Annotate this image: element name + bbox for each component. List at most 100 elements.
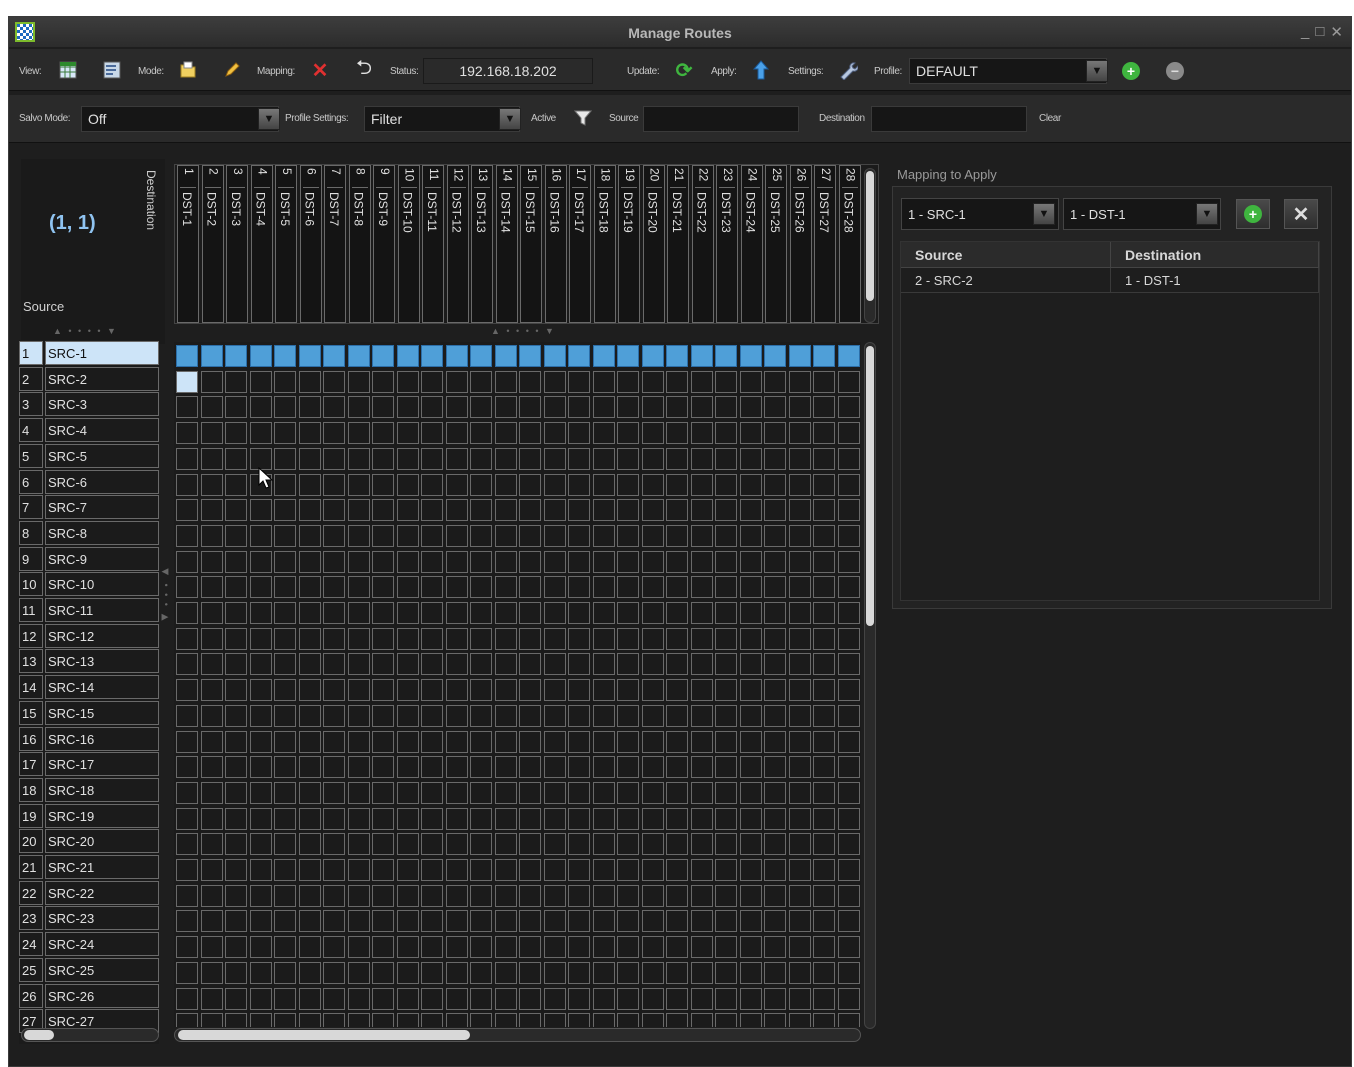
matrix-cell[interactable] (225, 576, 247, 599)
matrix-cell[interactable] (519, 679, 541, 702)
matrix-cell[interactable] (690, 910, 713, 933)
matrix-cell[interactable] (837, 499, 860, 522)
matrix-cell[interactable] (813, 473, 835, 496)
matrix-cell[interactable] (494, 422, 517, 445)
matrix-cell[interactable] (764, 884, 786, 907)
matrix-cell[interactable] (764, 345, 786, 367)
matrix-cell[interactable] (225, 627, 247, 650)
matrix-cell[interactable] (592, 345, 615, 367)
matrix-cell[interactable] (641, 422, 664, 445)
matrix-cell[interactable] (715, 653, 737, 676)
matrix-cell[interactable] (764, 961, 786, 984)
matrix-cell[interactable] (494, 910, 517, 933)
source-row-header[interactable]: 14 SRC-14 (19, 675, 159, 700)
destination-column-header[interactable]: 13 DST-13 (471, 165, 493, 323)
add-mapping-button[interactable]: + (1236, 199, 1270, 229)
matrix-cell[interactable] (837, 936, 860, 959)
matrix-cell[interactable] (347, 396, 370, 419)
matrix-cell[interactable] (421, 679, 443, 702)
matrix-cell[interactable] (666, 884, 688, 907)
matrix-cell[interactable] (200, 730, 223, 753)
matrix-cell[interactable] (372, 884, 394, 907)
matrix-cell[interactable] (200, 859, 223, 881)
matrix-cell[interactable] (176, 396, 198, 419)
matrix-cell[interactable] (666, 627, 688, 650)
remove-mapping-button[interactable]: ✕ (1284, 199, 1318, 229)
matrix-cell[interactable] (396, 859, 419, 881)
matrix-cell[interactable] (764, 499, 786, 522)
matrix-cell[interactable] (323, 679, 345, 702)
matrix-cell[interactable] (813, 550, 835, 573)
matrix-cell[interactable] (764, 704, 786, 727)
matrix-cell[interactable] (396, 473, 419, 496)
matrix-cell[interactable] (813, 781, 835, 804)
source-row-header[interactable]: 21 SRC-21 (19, 855, 159, 879)
matrix-cell[interactable] (494, 653, 517, 676)
matrix-cell[interactable] (617, 422, 639, 445)
matrix-cell[interactable] (837, 345, 860, 367)
matrix-cell[interactable] (200, 396, 223, 419)
matrix-cell[interactable] (788, 422, 811, 445)
destination-column-header[interactable]: 12 DST-12 (446, 165, 469, 323)
matrix-cell[interactable] (200, 807, 223, 830)
matrix-cell[interactable] (641, 627, 664, 650)
matrix-cell[interactable] (788, 833, 811, 856)
matrix-cell[interactable] (347, 781, 370, 804)
matrix-cell[interactable] (666, 370, 688, 393)
matrix-cell[interactable] (225, 1013, 247, 1027)
matrix-cell[interactable] (274, 730, 296, 753)
matrix-cell[interactable] (788, 704, 811, 727)
matrix-cell[interactable] (470, 884, 492, 907)
matrix-cell[interactable] (813, 370, 835, 393)
matrix-cell[interactable] (739, 370, 762, 393)
matrix-cell[interactable] (421, 370, 443, 393)
matrix-cell[interactable] (568, 345, 590, 367)
matrix-cell[interactable] (225, 704, 247, 727)
matrix-cell[interactable] (764, 653, 786, 676)
matrix-cell[interactable] (494, 756, 517, 779)
matrix-cell[interactable] (739, 653, 762, 676)
matrix-cell[interactable] (666, 576, 688, 599)
destination-column-header[interactable]: 22 DST-22 (691, 165, 714, 323)
matrix-cell[interactable] (666, 653, 688, 676)
matrix-cell[interactable] (323, 884, 345, 907)
matrix-cell[interactable] (788, 576, 811, 599)
matrix-cell[interactable] (617, 910, 639, 933)
matrix-cell[interactable] (347, 550, 370, 573)
matrix-cell[interactable] (200, 370, 223, 393)
matrix-cell[interactable] (813, 447, 835, 470)
matrix-cell[interactable] (494, 550, 517, 573)
matrix-cell[interactable] (813, 704, 835, 727)
matrix-cell[interactable] (494, 961, 517, 984)
matrix-cell[interactable] (641, 396, 664, 419)
matrix-cell[interactable] (543, 524, 566, 547)
matrix-cell[interactable] (298, 473, 321, 496)
source-row-header[interactable]: 13 SRC-13 (19, 649, 159, 674)
matrix-cell[interactable] (225, 653, 247, 676)
matrix-cell[interactable] (543, 653, 566, 676)
matrix-cell[interactable] (372, 807, 394, 830)
matrix-cell[interactable] (543, 447, 566, 470)
matrix-cell[interactable] (176, 884, 198, 907)
matrix-cell[interactable] (592, 447, 615, 470)
matrix-cell[interactable] (298, 859, 321, 881)
matrix-cell[interactable] (372, 961, 394, 984)
matrix-cell[interactable] (249, 576, 272, 599)
matrix-cell[interactable] (323, 704, 345, 727)
matrix-cell[interactable] (200, 524, 223, 547)
matrix-cell[interactable] (617, 756, 639, 779)
matrix-cell[interactable] (715, 833, 737, 856)
matrix-cell[interactable] (690, 576, 713, 599)
matrix-cell[interactable] (347, 370, 370, 393)
matrix-cell[interactable] (445, 627, 468, 650)
matrix-cell[interactable] (176, 653, 198, 676)
matrix-cell[interactable] (372, 627, 394, 650)
matrix-cell[interactable] (543, 679, 566, 702)
matrix-cell[interactable] (715, 781, 737, 804)
matrix-cell[interactable] (298, 499, 321, 522)
matrix-cell[interactable] (470, 961, 492, 984)
matrix-cell[interactable] (690, 730, 713, 753)
matrix-cell[interactable] (470, 936, 492, 959)
matrix-cell[interactable] (788, 396, 811, 419)
matrix-cell[interactable] (617, 370, 639, 393)
